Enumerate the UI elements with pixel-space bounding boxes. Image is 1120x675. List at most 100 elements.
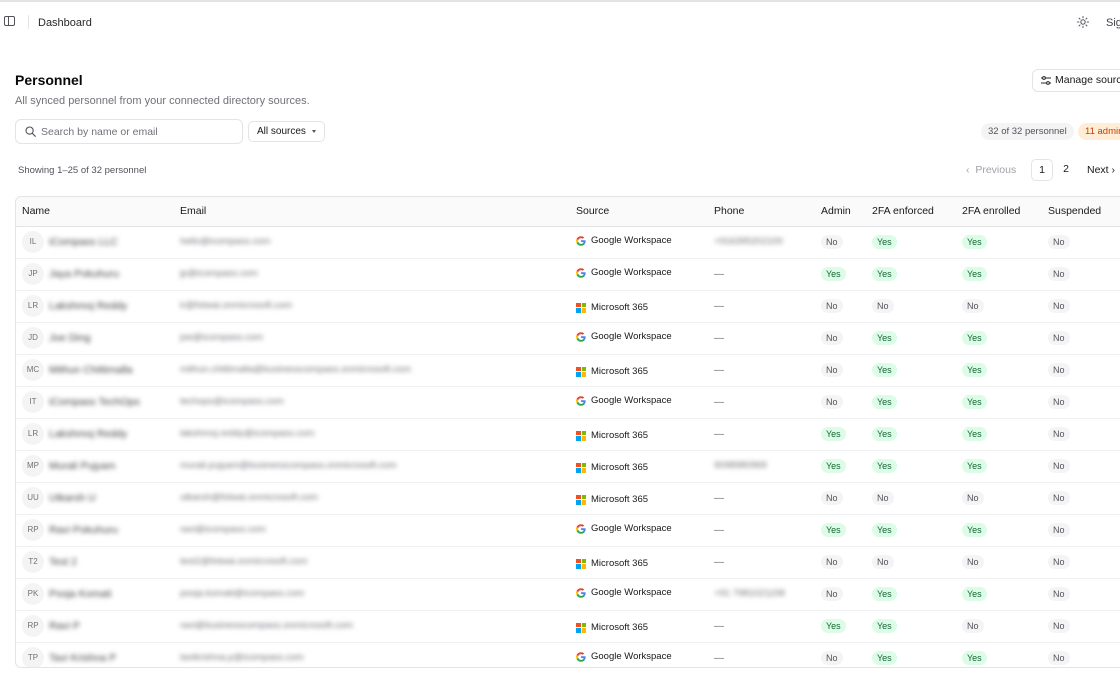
source-label: Microsoft 365 xyxy=(576,494,648,505)
breadcrumb[interactable]: Dashboard xyxy=(38,17,92,29)
source-cell: Microsoft 365 xyxy=(570,610,708,643)
column-header-admin[interactable]: Admin xyxy=(815,197,866,227)
table-row[interactable]: TP Tavi Krishna P tavikrishna.p@icompass.c… xyxy=(16,642,1120,667)
person-name: Test 2 xyxy=(49,556,78,568)
sign-out-link[interactable]: Sig xyxy=(1106,17,1120,29)
suspended-cell: No xyxy=(1042,642,1120,667)
source-filter-select[interactable]: All sources xyxy=(248,121,325,142)
page-button-1[interactable]: 1 xyxy=(1031,159,1053,181)
column-header-2fa-enrolled[interactable]: 2FA enrolled xyxy=(956,197,1042,227)
table-row[interactable]: RP Ravi P ravi@businesscompass.onmicrosoft… xyxy=(16,610,1120,643)
source-label: Google Workspace xyxy=(576,331,672,342)
phone-cell: — xyxy=(708,354,815,387)
table-row[interactable]: LR Lakshmoj Reddy lakshmoj.reddy@icompass.… xyxy=(16,418,1120,451)
suspended-badge: No xyxy=(1048,523,1070,537)
table-row[interactable]: UU Utkarsh U utkarsh@fotwai.onmicrosoft.co… xyxy=(16,482,1120,515)
source-cell: Google Workspace xyxy=(570,226,708,259)
column-header-name[interactable]: Name xyxy=(16,197,174,227)
person-phone: +91 7981021158 xyxy=(714,588,785,600)
column-header-2fa-enforced[interactable]: 2FA enforced xyxy=(866,197,956,227)
person-name: Lakshmoj Reddy xyxy=(49,428,128,440)
table-row[interactable]: IL iCompass LLC hello@icompass.com Google W… xyxy=(16,226,1120,259)
table-body: IL iCompass LLC hello@icompass.com Google W… xyxy=(16,226,1120,667)
person-phone: — xyxy=(714,428,724,440)
avatar: JD xyxy=(22,327,44,349)
source-name: Microsoft 365 xyxy=(591,558,649,569)
sun-icon[interactable] xyxy=(1077,16,1089,28)
table-row[interactable]: IT iCompass TechOps techops@icompass.com Go… xyxy=(16,386,1120,419)
phone-cell: — xyxy=(708,290,815,323)
tfa-enrolled-cell: No xyxy=(956,610,1042,643)
source-name: Google Workspace xyxy=(591,267,672,279)
microsoft-logo-icon xyxy=(576,302,586,313)
admin-badge: No xyxy=(821,331,843,345)
table-row[interactable]: MP Murali Pujyam murali.pujyam@businesscom… xyxy=(16,450,1120,483)
table-header-row: Name Email Source Phone Admin 2FA enforc… xyxy=(16,197,1120,227)
table-row[interactable]: JP Jaya Pokuhuru jp@icompass.com Google Wor… xyxy=(16,258,1120,291)
column-header-suspended[interactable]: Suspended xyxy=(1042,197,1120,227)
microsoft-logo-icon xyxy=(576,430,586,441)
next-page-button[interactable]: Next › xyxy=(1087,164,1115,176)
pagination: ‹ Previous 1 2 Next › xyxy=(0,158,1120,182)
suspended-badge: No xyxy=(1048,587,1070,601)
name-cell: LR Lakshmoj Reddy xyxy=(16,418,174,451)
admin-badge: Yes xyxy=(821,267,846,281)
source-name: Microsoft 365 xyxy=(591,622,649,633)
tfa-enforced-badge: Yes xyxy=(872,523,897,537)
suspended-badge: No xyxy=(1048,299,1070,313)
name-cell: JD Joe Ding xyxy=(16,322,174,355)
table-row[interactable]: JD Joe Ding joe@icompass.com Google Workspa… xyxy=(16,322,1120,355)
tfa-enrolled-badge: Yes xyxy=(962,459,987,473)
person-email: utkarsh@fotwai.onmicrosoft.com xyxy=(180,492,318,504)
email-cell: lr@fotwai.onmicrosoft.com xyxy=(174,290,570,323)
avatar: RP xyxy=(22,519,44,541)
person-phone: — xyxy=(714,300,724,312)
email-cell: techops@icompass.com xyxy=(174,386,570,419)
search-input[interactable] xyxy=(41,123,236,140)
phone-cell: — xyxy=(708,642,815,667)
avatar: IT xyxy=(22,391,44,413)
previous-page-button[interactable]: ‹ Previous xyxy=(966,164,1016,176)
google-logo-icon xyxy=(576,523,586,534)
table-row[interactable]: T2 Test 2 test2@fotwai.onmicrosoft.com Micr… xyxy=(16,546,1120,579)
column-header-phone[interactable]: Phone xyxy=(708,197,815,227)
table-row[interactable]: PK Pooja Komati pooja.komati@icompass.com G… xyxy=(16,578,1120,611)
manage-sources-button[interactable]: Manage source xyxy=(1032,69,1120,92)
tfa-enrolled-badge: Yes xyxy=(962,395,987,409)
tfa-enforced-badge: Yes xyxy=(872,619,897,633)
tfa-enrolled-cell: No xyxy=(956,482,1042,515)
suspended-cell: No xyxy=(1042,546,1120,579)
source-name: Google Workspace xyxy=(591,331,672,343)
person-phone: 9098980969 xyxy=(714,460,767,472)
admin-cell: No xyxy=(815,290,866,323)
avatar: LR xyxy=(22,423,44,445)
suspended-cell: No xyxy=(1042,386,1120,419)
email-cell: joe@icompass.com xyxy=(174,322,570,355)
column-header-source[interactable]: Source xyxy=(570,197,708,227)
person-name: Utkarsh U xyxy=(49,492,96,504)
source-name: Microsoft 365 xyxy=(591,462,649,473)
email-cell: hello@icompass.com xyxy=(174,226,570,259)
source-label: Microsoft 365 xyxy=(576,366,648,377)
person-email: mithun.chittimalla@businesscompass.onmic… xyxy=(180,364,411,376)
admin-badge: Yes xyxy=(821,459,846,473)
table-row[interactable]: RP Ravi Pokuhuru ravi@icompass.com Google W… xyxy=(16,514,1120,547)
google-logo-icon xyxy=(576,331,586,342)
person-name: Lakshmoj Reddy xyxy=(49,300,128,312)
tfa-enrolled-cell: Yes xyxy=(956,418,1042,451)
table-row[interactable]: MC Mithun Chittimalla mithun.chittimalla@b… xyxy=(16,354,1120,387)
name-cell: IT iCompass TechOps xyxy=(16,386,174,419)
source-label: Microsoft 365 xyxy=(576,462,648,473)
page-button-2[interactable]: 2 xyxy=(1055,159,1077,181)
column-header-email[interactable]: Email xyxy=(174,197,570,227)
tfa-enforced-cell: Yes xyxy=(866,514,956,547)
sidebar-toggle-icon[interactable] xyxy=(4,16,15,26)
table-row[interactable]: LR Lakshmoj Reddy lr@fotwai.onmicrosoft.co… xyxy=(16,290,1120,323)
person-phone: — xyxy=(714,620,724,632)
tfa-enrolled-badge: Yes xyxy=(962,427,987,441)
suspended-badge: No xyxy=(1048,651,1070,665)
search-box[interactable] xyxy=(15,119,243,144)
person-phone: — xyxy=(714,556,724,568)
tfa-enrolled-badge: No xyxy=(962,619,984,633)
suspended-cell: No xyxy=(1042,322,1120,355)
